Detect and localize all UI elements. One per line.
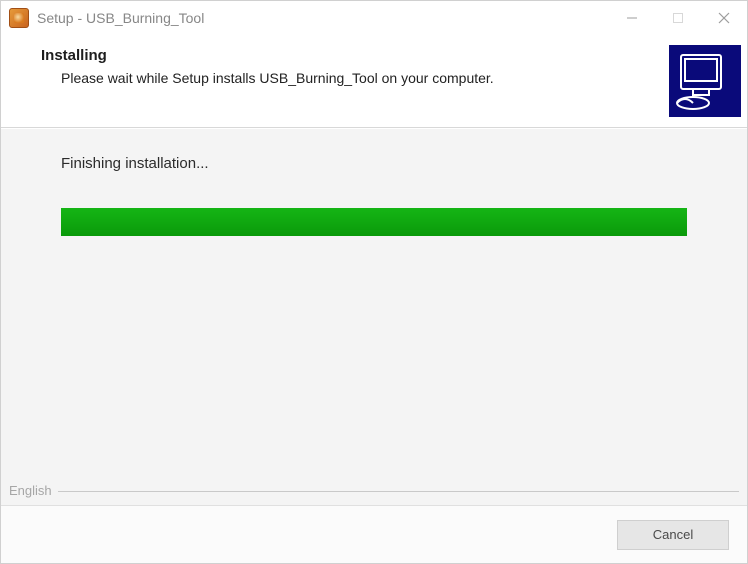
language-label: English <box>9 483 58 498</box>
close-button[interactable] <box>701 1 747 35</box>
wizard-heading: Installing <box>41 47 669 64</box>
titlebar: Setup - USB_Burning_Tool <box>1 1 747 35</box>
install-status-text: Finishing installation... <box>61 155 687 172</box>
minimize-button[interactable] <box>609 1 655 35</box>
minimize-icon <box>626 12 638 24</box>
window-title: Setup - USB_Burning_Tool <box>37 10 204 26</box>
wizard-header-text: Installing Please wait while Setup insta… <box>1 45 669 86</box>
app-icon <box>9 8 29 28</box>
setup-window: Setup - USB_Burning_Tool Installing Plea… <box>0 0 748 564</box>
language-section: English <box>9 483 739 497</box>
maximize-button <box>655 1 701 35</box>
wizard-header: Installing Please wait while Setup insta… <box>1 35 747 128</box>
language-divider: English <box>9 483 739 497</box>
install-progress-bar <box>61 208 687 236</box>
wizard-subtext: Please wait while Setup installs USB_Bur… <box>41 70 669 86</box>
wizard-footer: Cancel <box>1 505 747 563</box>
disk-install-icon <box>669 45 741 117</box>
cancel-button[interactable]: Cancel <box>617 520 729 550</box>
maximize-icon <box>672 12 684 24</box>
wizard-body: Finishing installation... English <box>1 128 747 505</box>
close-icon <box>717 11 731 25</box>
